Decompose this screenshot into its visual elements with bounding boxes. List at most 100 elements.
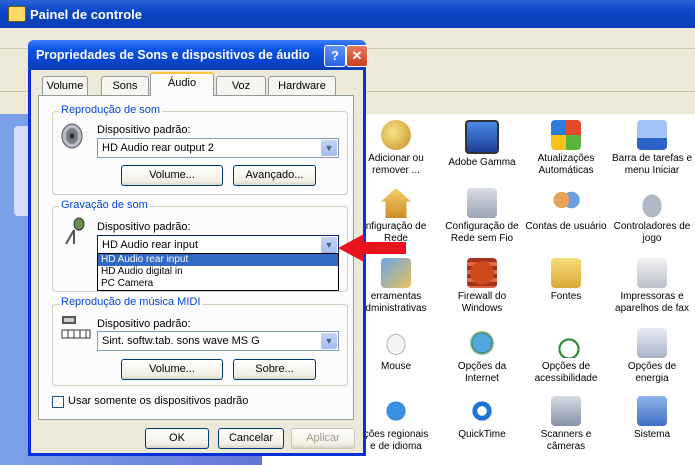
cp-item-label: QuickTime [458, 429, 506, 440]
dialog-titlebar: Propriedades de Sons e dispositivos de á… [28, 40, 368, 70]
cp-item-label: Sistema [633, 429, 671, 440]
cp-item-quicktime[interactable]: QuickTime [440, 396, 524, 441]
cp-item-scanners[interactable]: Scanners e câmeras [524, 396, 608, 453]
fonts-folder-icon [551, 258, 581, 288]
midi-device-select[interactable]: Sint. softw.tab. sons wave MS G ▼ [97, 331, 339, 351]
dropdown-option[interactable]: HD Audio rear input [98, 254, 338, 266]
default-devices-checkbox[interactable] [52, 396, 64, 408]
chevron-down-icon[interactable]: ▼ [321, 237, 337, 253]
power-icon [637, 328, 667, 358]
midi-device-label: Dispositivo padrão: [97, 318, 191, 330]
playback-advanced-button[interactable]: Avançado... [233, 165, 316, 186]
add-remove-programs-icon [381, 120, 411, 150]
cp-item-label: Adicionar ou remover ... [368, 153, 424, 176]
midi-group-title: Reprodução de música MIDI [59, 296, 203, 308]
cp-item-adobe-gamma[interactable]: Adobe Gamma [440, 120, 524, 169]
cp-item-label: Impressoras e aparelhos de fax [615, 291, 689, 314]
cp-item-wireless[interactable]: Configuração de Rede sem Fio [440, 188, 524, 245]
cp-item-label: Atualizações Automáticas [537, 153, 595, 176]
cp-item-label: Opções da Internet [457, 361, 507, 384]
speaker-icon [61, 123, 83, 149]
recording-group-title: Gravação de som [59, 199, 150, 211]
cancel-button[interactable]: Cancelar [218, 428, 284, 449]
cp-item-accessibility[interactable]: Opções de acessibilidade [524, 328, 608, 385]
system-icon [637, 396, 667, 426]
cp-item-firewall[interactable]: Firewall do Windows [440, 258, 524, 315]
cp-item-auto-updates[interactable]: Atualizações Automáticas [524, 120, 608, 177]
cp-item-fonts[interactable]: Fontes [524, 258, 608, 303]
cp-item-taskbar[interactable]: Barra de tarefas e menu Iniciar [610, 120, 694, 177]
chevron-down-icon[interactable]: ▼ [321, 140, 337, 156]
recording-device-label: Dispositivo padrão: [97, 221, 191, 233]
quicktime-icon [467, 396, 497, 426]
recording-device-dropdown[interactable]: HD Audio rear input HD Audio digital in … [97, 253, 339, 291]
ok-button[interactable]: OK [145, 428, 209, 449]
tab-voice[interactable]: Voz [216, 76, 266, 95]
cp-item-label: Firewall do Windows [457, 291, 507, 314]
windows-update-icon [551, 120, 581, 150]
midi-about-button[interactable]: Sobre... [233, 359, 316, 380]
control-panel-title: Painel de controle [30, 7, 142, 22]
accessibility-icon [551, 328, 581, 358]
default-devices-label: Usar somente os dispositivos padrão [68, 395, 249, 407]
tab-hardware[interactable]: Hardware [268, 76, 336, 95]
midi-keyboard-icon [61, 316, 91, 339]
cp-item-system[interactable]: Sistema [610, 396, 694, 441]
wireless-icon [467, 188, 497, 218]
cp-item-label: ções regionais e de idioma [363, 429, 429, 452]
apply-button[interactable]: Aplicar [291, 428, 355, 449]
cp-item-users[interactable]: Contas de usuário [524, 188, 608, 233]
midi-volume-button[interactable]: Volume... [121, 359, 223, 380]
game-controller-icon [637, 188, 667, 218]
cp-item-regional[interactable]: ções regionais e de idioma [354, 396, 438, 453]
cp-item-label: Opções de energia [627, 361, 677, 384]
cp-item-label: Opções de acessibilidade [534, 361, 598, 384]
cp-item-label: erramentas dministrativas [365, 291, 427, 314]
cp-item-power[interactable]: Opções de energia [610, 328, 694, 385]
internet-options-icon [467, 328, 497, 358]
red-arrow-annotation [338, 234, 406, 262]
dialog-title: Propriedades de Sons e dispositivos de á… [36, 48, 310, 62]
playback-device-label: Dispositivo padrão: [97, 124, 191, 136]
users-icon [551, 188, 581, 218]
cp-item-printers[interactable]: Impressoras e aparelhos de fax [610, 258, 694, 315]
control-panel-icon [8, 6, 26, 22]
monitor-icon [465, 120, 499, 154]
cp-item-label: Configuração de Rede sem Fio [445, 221, 519, 244]
dropdown-option[interactable]: HD Audio digital in [98, 266, 338, 278]
cp-item-admin-tools[interactable]: erramentas dministrativas [354, 258, 438, 315]
firewall-icon [467, 258, 497, 288]
globe-icon [381, 396, 411, 426]
playback-volume-button[interactable]: Volume... [121, 165, 223, 186]
playback-device-select[interactable]: HD Audio rear output 2 ▼ [97, 138, 339, 158]
tab-volume[interactable]: Volume [42, 76, 88, 95]
cp-item-mouse[interactable]: Mouse [354, 328, 438, 373]
cp-item-label: Mouse [380, 361, 411, 372]
playback-group-title: Reprodução de som [59, 104, 163, 116]
taskbar-icon [637, 120, 667, 150]
close-button[interactable]: ✕ [346, 45, 368, 67]
chevron-down-icon[interactable]: ▼ [321, 333, 337, 349]
control-panel-titlebar: Painel de controle [0, 0, 695, 28]
cp-item-add-remove[interactable]: Adicionar ou remover ... [354, 120, 438, 177]
midi-device-value: Sint. softw.tab. sons wave MS G [102, 335, 260, 347]
recording-device-value: HD Audio rear input [102, 239, 198, 251]
cp-item-label: Barra de tarefas e menu Iniciar [611, 153, 693, 176]
cp-item-label: Controladores de jogo [613, 221, 691, 244]
network-setup-icon [381, 188, 411, 218]
scanner-icon [551, 396, 581, 426]
printer-icon [637, 258, 667, 288]
mouse-icon [381, 328, 411, 358]
cp-item-label: Contas de usuário [525, 221, 607, 232]
help-button[interactable]: ? [324, 45, 346, 67]
tab-sounds[interactable]: Sons [101, 76, 149, 95]
cp-item-internet-options[interactable]: Opções da Internet [440, 328, 524, 385]
playback-device-value: HD Audio rear output 2 [102, 142, 214, 154]
dropdown-option[interactable]: PC Camera [98, 278, 338, 290]
microphone-icon [65, 217, 85, 245]
tab-audio[interactable]: Áudio [150, 72, 214, 96]
cp-item-label: Adobe Gamma [448, 157, 516, 168]
cp-item-game-controllers[interactable]: Controladores de jogo [610, 188, 694, 245]
recording-device-select[interactable]: HD Audio rear input ▼ [97, 235, 339, 255]
cp-item-label: Fontes [550, 291, 582, 302]
